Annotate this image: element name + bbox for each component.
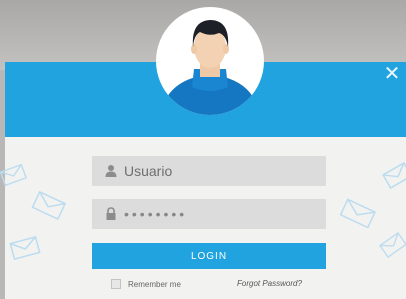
user-icon [105,165,117,177]
remember-me-checkbox[interactable] [111,279,121,289]
login-button[interactable]: LOGIN [92,243,326,269]
avatar [156,7,264,115]
lock-icon [106,207,116,220]
close-icon[interactable]: ✕ [383,64,401,84]
envelope-icon [382,161,406,189]
envelope-icon [9,235,41,261]
remember-me-label: Remember me [128,279,181,289]
username-field [92,156,326,186]
password-input[interactable] [124,199,314,229]
avatar-icon [160,20,260,115]
envelope-icon [339,198,376,228]
envelope-icon [379,232,406,258]
password-field [92,199,326,229]
envelope-icon [0,163,27,186]
forgot-password-link[interactable]: Forgot Password? [237,278,302,290]
username-input[interactable] [124,156,314,186]
remember-me: Remember me [111,278,181,290]
envelope-icon [31,190,67,220]
